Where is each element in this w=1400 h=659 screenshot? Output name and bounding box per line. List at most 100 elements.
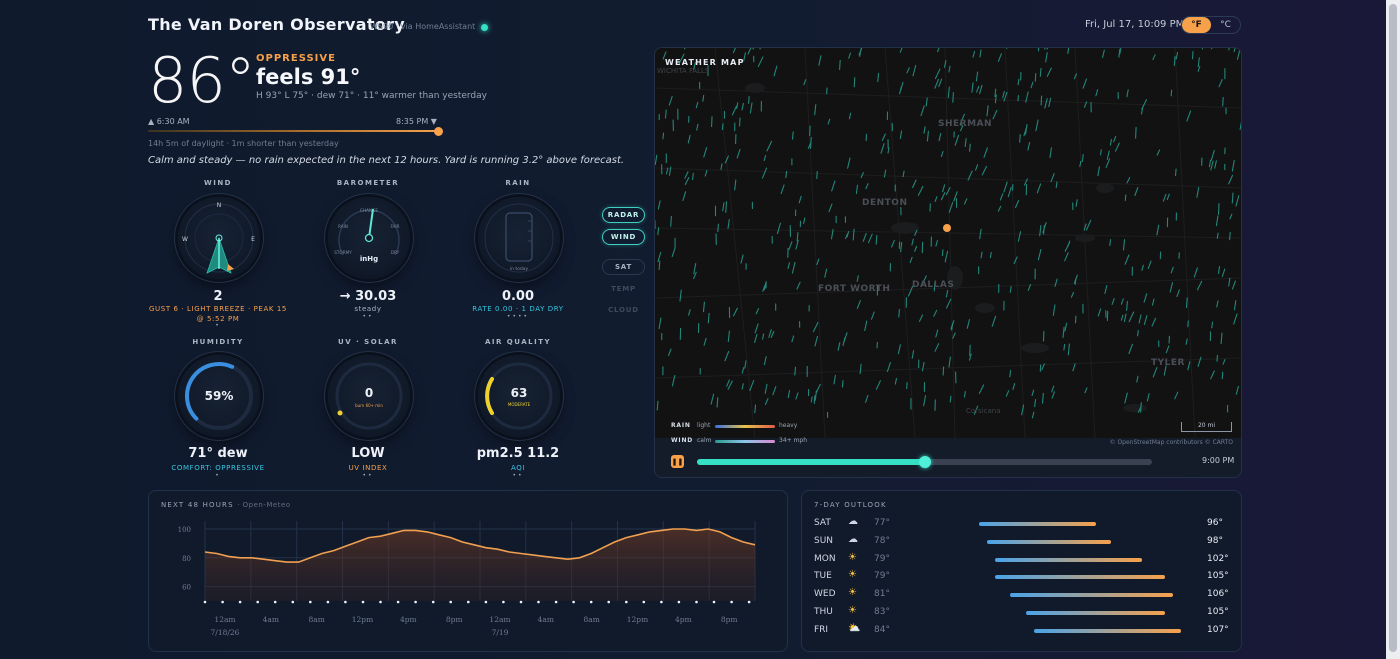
wind-streak xyxy=(1210,149,1215,161)
page-scrollbar[interactable] xyxy=(1386,0,1400,659)
rain-pager-dots[interactable]: •••• xyxy=(448,313,588,320)
forecast-48h-chart[interactable]: 60 80 100 12am 4am 8am 12pm 4pm 8pm 12am 4am 8am 12p… xyxy=(149,491,789,653)
wind-streak xyxy=(1143,293,1148,303)
wind-streak xyxy=(1126,300,1128,312)
wind-streak xyxy=(1095,89,1099,97)
wind-streak xyxy=(761,167,768,179)
outlook-row[interactable]: WED ☀ 81° 106° xyxy=(814,586,1234,603)
wind-streak xyxy=(906,67,910,74)
rain-sub: RATE 0.00 · 1 DAY DRY xyxy=(472,305,564,313)
barometer-dial[interactable]: CHANGE RAIN FAIR STORMY DRY inHg xyxy=(328,197,410,279)
wind-streak xyxy=(992,109,998,120)
wind-streak xyxy=(791,335,795,343)
aqi-pager-dots[interactable]: •• xyxy=(448,472,588,479)
wind-streak xyxy=(1231,280,1236,290)
outlook-row[interactable]: TUE ☀ 79° 105° xyxy=(814,568,1234,585)
wind-streak xyxy=(1105,158,1111,168)
layer-radar-button[interactable]: RADAR xyxy=(602,207,645,223)
wind-streak xyxy=(1034,72,1037,82)
wind-streak xyxy=(1007,186,1012,198)
uv-burn: burn 60+ min xyxy=(355,403,383,408)
wind-streak xyxy=(668,95,673,106)
wind-streak xyxy=(749,380,755,392)
wind-streak xyxy=(1120,314,1124,321)
layer-sat-button[interactable]: SAT xyxy=(602,259,645,275)
wind-streak xyxy=(865,183,869,190)
wind-streak xyxy=(741,367,745,374)
wind-streak xyxy=(791,261,796,274)
wind-streak xyxy=(794,366,797,376)
outlook-range-bar xyxy=(994,575,1166,580)
wind-streak xyxy=(828,203,833,213)
wind-streak xyxy=(1085,219,1092,231)
wind-streak xyxy=(1138,314,1142,324)
layer-temp-button[interactable]: TEMP xyxy=(602,281,645,297)
uv-gauge[interactable]: 0 burn 60+ min xyxy=(328,355,410,437)
rain-gauge[interactable]: in today xyxy=(478,197,560,279)
wind-streak xyxy=(764,383,768,394)
humidity-pager-dots[interactable]: • xyxy=(148,472,288,479)
wind-streak xyxy=(1050,173,1055,182)
uv-pager-dots[interactable]: •• xyxy=(298,472,438,479)
wind-streak xyxy=(780,184,785,195)
wind-streak xyxy=(1162,193,1167,202)
timeline-slider[interactable] xyxy=(697,456,1152,468)
x-tick-label: 8pm xyxy=(446,615,463,624)
outlook-row[interactable]: THU ☀ 83° 105° xyxy=(814,604,1234,621)
wind-streak xyxy=(1122,239,1126,251)
timeline-handle[interactable] xyxy=(918,456,931,468)
wind-streak xyxy=(1214,160,1217,169)
wind-streak xyxy=(798,195,802,204)
unit-fahrenheit-button[interactable]: °F xyxy=(1182,17,1211,33)
wind-streak xyxy=(935,239,938,247)
y-tick-label: 60 xyxy=(182,584,191,592)
outlook-row[interactable]: MON ☀ 79° 102° xyxy=(814,551,1234,568)
uv-level: LOW xyxy=(351,446,385,461)
wind-streak xyxy=(776,222,781,235)
wind-streak xyxy=(754,333,758,344)
sun-icon: ☀ xyxy=(848,551,857,563)
wind-streak xyxy=(831,180,836,192)
wind-streak xyxy=(1147,260,1152,270)
wind-streak xyxy=(1210,370,1215,380)
wind-streak xyxy=(926,130,929,142)
wind-streak xyxy=(1216,300,1219,308)
wind-streak xyxy=(1211,321,1214,329)
unit-celsius-button[interactable]: °C xyxy=(1211,17,1240,33)
wind-streak xyxy=(1134,187,1139,197)
wind-streak xyxy=(1054,278,1058,288)
precip-dot xyxy=(467,600,470,604)
x-tick-label: 8am xyxy=(308,615,324,624)
wind-compass[interactable]: N E W xyxy=(178,197,260,279)
layer-wind-button[interactable]: WIND xyxy=(602,229,645,245)
wind-streak xyxy=(944,250,949,263)
wind-streak xyxy=(870,311,875,320)
pause-icon[interactable]: ❚❚ xyxy=(671,455,684,468)
wind-streak xyxy=(976,85,980,93)
wind-streak xyxy=(1187,361,1191,371)
wind-streak xyxy=(969,143,971,152)
precip-dot xyxy=(537,600,540,604)
outlook-row[interactable]: SAT ☁ 77° 96° xyxy=(814,515,1234,532)
outlook-row[interactable]: SUN ☁ 78° 98° xyxy=(814,533,1234,550)
weather-map[interactable]: WEATHER MAP WICHITA FALLS SHERMAN DENTON… xyxy=(655,48,1241,438)
wind-streak xyxy=(741,383,744,390)
outlook-row[interactable]: FRI ⛅ 84° 107° xyxy=(814,622,1234,639)
barometer-pager-dots[interactable]: •• xyxy=(298,313,438,320)
city-tyler: TYLER xyxy=(1151,358,1185,368)
layer-cloud-button[interactable]: CLOUD xyxy=(602,302,645,318)
wind-streak xyxy=(1027,141,1031,151)
wind-pager-dots[interactable]: • xyxy=(148,322,288,329)
wind-streak xyxy=(887,147,890,154)
aqi-gauge[interactable]: 63 MODERATE xyxy=(478,355,560,437)
scrollbar-thumb[interactable] xyxy=(1389,4,1397,652)
outlook-low: 78° xyxy=(874,535,890,546)
daylight-summary: 14h 5m of daylight · 1m shorter than yes… xyxy=(148,139,339,148)
wind-streak xyxy=(1124,392,1128,404)
wind-streak xyxy=(1128,311,1135,323)
wind-streak xyxy=(1165,345,1170,354)
precip-dot xyxy=(291,600,295,604)
humidity-gauge[interactable]: 59% xyxy=(178,355,260,437)
wind-sub: GUST 6 · LIGHT BREEZE · PEAK 15 xyxy=(149,305,287,313)
compass-n: N xyxy=(217,202,222,209)
